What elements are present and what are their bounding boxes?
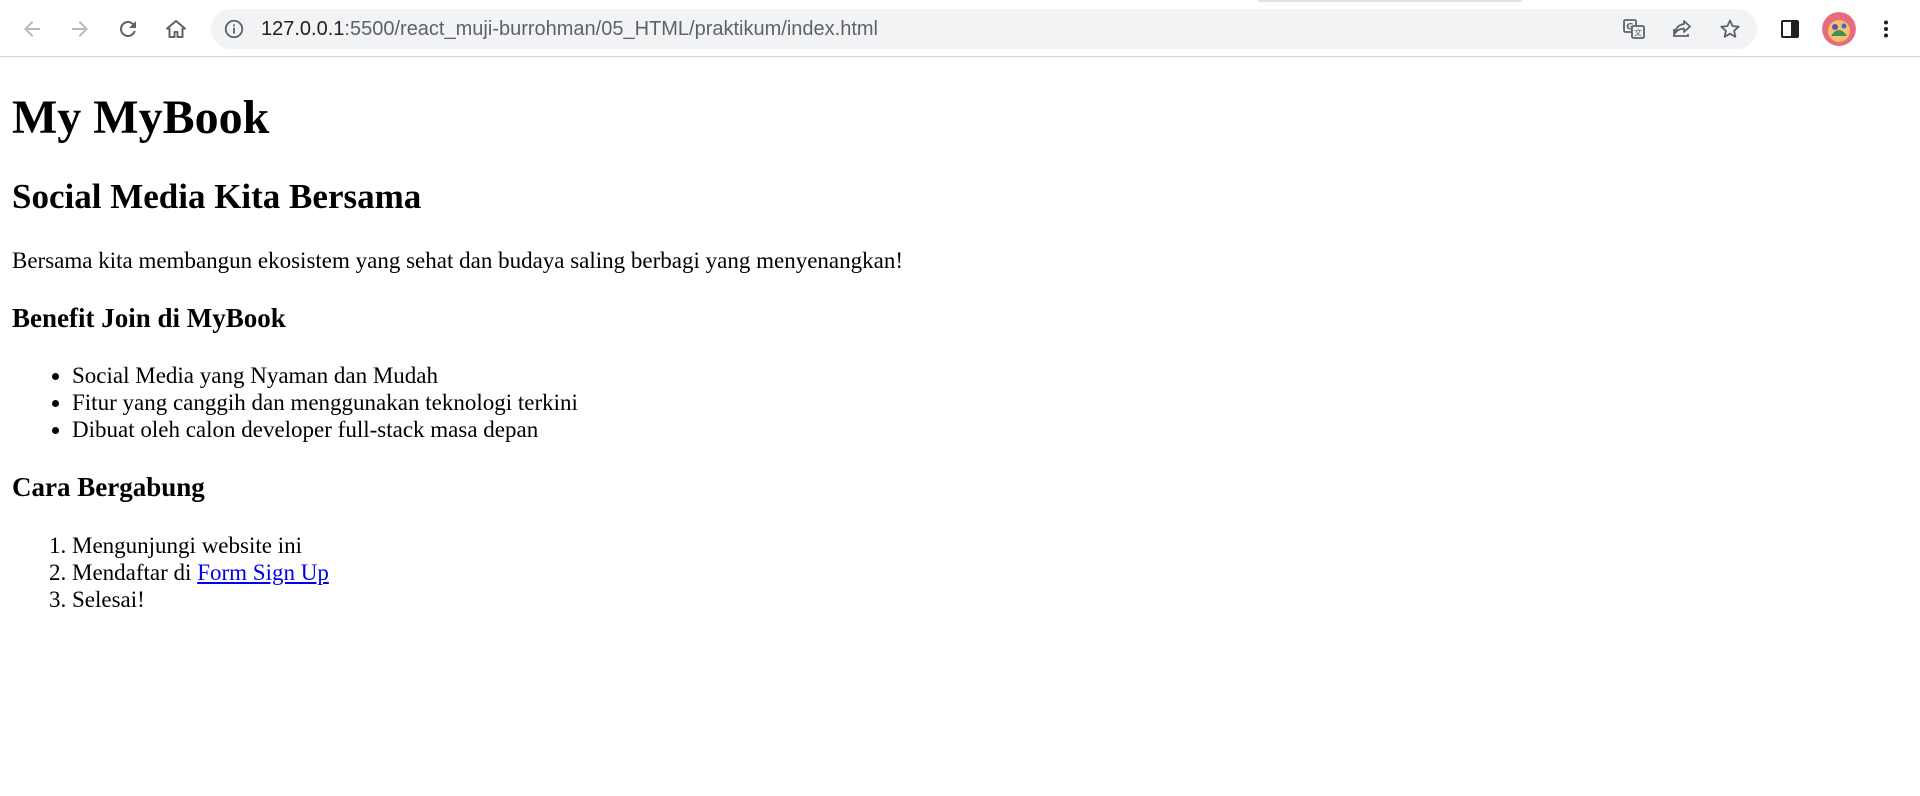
info-icon	[224, 19, 244, 39]
url-path: :5500/react_muji-burrohman/05_HTML/prakt…	[344, 18, 878, 40]
avatar[interactable]	[1822, 12, 1856, 46]
address-bar[interactable]: 127.0.0.1:5500/react_muji-burrohman/05_H…	[211, 9, 1757, 49]
home-icon	[166, 20, 186, 38]
benefits-heading: Benefit Join di MyBook	[12, 303, 286, 333]
side-panel-icon	[1781, 20, 1799, 38]
list-item: Selesai!	[72, 586, 329, 613]
kebab-menu-icon	[1884, 20, 1888, 38]
share-button[interactable]	[1666, 13, 1698, 45]
step-text: Mendaftar di	[72, 560, 198, 585]
tab-strip-edge	[1258, 0, 1522, 2]
reload-icon	[119, 20, 136, 37]
benefits-list: Social Media yang Nyaman dan Mudah Fitur…	[12, 362, 578, 443]
translate-icon: G文	[1623, 19, 1645, 39]
url-host: 127.0.0.1	[261, 18, 345, 40]
list-item: Fitur yang canggih dan menggunakan tekno…	[72, 389, 578, 416]
translate-button[interactable]: G文	[1618, 13, 1650, 45]
page-subtitle: Social Media Kita Bersama	[12, 177, 422, 216]
site-info-button[interactable]	[223, 18, 245, 40]
list-item: Mendaftar di Form Sign Up	[72, 559, 329, 586]
back-button[interactable]	[13, 10, 51, 48]
page-title: My MyBook	[12, 91, 270, 144]
steps-heading: Cara Bergabung	[12, 472, 205, 502]
arrow-left-icon	[24, 21, 40, 37]
list-item: Social Media yang Nyaman dan Mudah	[72, 362, 578, 389]
svg-text:文: 文	[1634, 28, 1642, 38]
list-item: Dibuat oleh calon developer full-stack m…	[72, 416, 578, 443]
arrow-right-icon	[72, 21, 88, 37]
profile-picture	[1822, 12, 1856, 46]
browser-toolbar: 127.0.0.1:5500/react_muji-burrohman/05_H…	[0, 0, 1920, 57]
list-item: Mengunjungi website ini	[72, 532, 329, 559]
url-text[interactable]: 127.0.0.1:5500/react_muji-burrohman/05_H…	[261, 9, 878, 49]
side-panel-button[interactable]	[1771, 10, 1809, 48]
steps-list: Mengunjungi website ini Mendaftar di For…	[12, 532, 329, 613]
reload-button[interactable]	[109, 10, 147, 48]
star-icon	[1720, 19, 1740, 38]
intro-paragraph: Bersama kita membangun ekosistem yang se…	[12, 248, 903, 273]
forward-button[interactable]	[61, 10, 99, 48]
share-icon	[1673, 20, 1691, 37]
signup-form-link[interactable]: Form Sign Up	[197, 560, 329, 585]
bookmark-button[interactable]	[1714, 13, 1746, 45]
chrome-menu-button[interactable]	[1867, 10, 1905, 48]
home-button[interactable]	[157, 10, 195, 48]
